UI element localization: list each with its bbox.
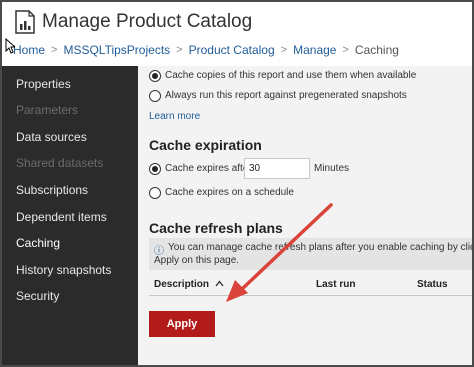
expiration-minutes-input[interactable]	[244, 158, 310, 179]
page-header: Manage Product Catalog Home > MSSQLTipsP…	[2, 2, 472, 66]
info-message-line1: You can manage cache refresh plans after…	[168, 242, 474, 253]
breadcrumb-separator: >	[51, 44, 58, 56]
column-header-description-label: Description	[154, 279, 210, 290]
sidebar-item-history-snapshots[interactable]: History snapshots	[16, 263, 111, 277]
sidebar-item-subscriptions[interactable]: Subscriptions	[16, 183, 88, 197]
breadcrumb-separator: >	[280, 44, 288, 56]
sidebar: Properties Parameters Data sources Share…	[2, 66, 138, 365]
cache-copies-label: Cache copies of this report and use them…	[165, 70, 417, 81]
breadcrumb-separator: >	[342, 44, 349, 56]
sort-ascending-icon	[215, 280, 224, 287]
info-message-text: You can manage cache refresh plans after…	[154, 241, 472, 267]
run-snapshots-radio[interactable]	[149, 90, 161, 102]
breadcrumb-current: Caching	[354, 43, 399, 57]
column-header-status[interactable]: Status	[417, 279, 448, 290]
app-window: Manage Product Catalog Home > MSSQLTipsP…	[0, 0, 474, 367]
cache-expires-after-label: Cache expires after	[165, 163, 252, 174]
breadcrumb: Home > MSSQLTipsProjects > Product Catal…	[2, 42, 399, 58]
sidebar-item-dependent-items[interactable]: Dependent items	[16, 210, 107, 224]
breadcrumb-manage[interactable]: Manage	[293, 43, 336, 57]
breadcrumb-separator: >	[176, 44, 183, 56]
info-message-line2: Apply on this page.	[154, 255, 240, 266]
column-header-description[interactable]: Description	[154, 279, 224, 290]
sidebar-item-data-sources[interactable]: Data sources	[16, 130, 87, 144]
cache-copies-radio[interactable]	[149, 70, 161, 82]
info-message: ⓘ You can manage cache refresh plans aft…	[149, 238, 472, 270]
cache-expires-after-radio[interactable]	[149, 163, 161, 175]
sidebar-item-parameters: Parameters	[16, 103, 79, 117]
column-header-last-run[interactable]: Last run	[316, 279, 355, 290]
breadcrumb-report[interactable]: Product Catalog	[189, 43, 275, 57]
page-title: Manage Product Catalog	[42, 11, 253, 32]
run-snapshots-label: Always run this report against pregenera…	[165, 90, 407, 101]
cache-expires-schedule-label: Cache expires on a schedule	[165, 187, 294, 198]
sidebar-item-caching[interactable]: Caching	[16, 236, 60, 250]
sidebar-item-shared-datasets: Shared datasets	[16, 156, 104, 170]
sidebar-item-properties[interactable]: Properties	[16, 77, 71, 91]
breadcrumb-folder[interactable]: MSSQLTipsProjects	[63, 43, 170, 57]
cache-expiration-heading: Cache expiration	[149, 137, 262, 153]
cache-refresh-plans-heading: Cache refresh plans	[149, 220, 283, 236]
minutes-unit-label: Minutes	[314, 163, 350, 174]
sidebar-item-security[interactable]: Security	[16, 289, 59, 303]
learn-more-link[interactable]: Learn more	[149, 111, 200, 122]
cache-expires-schedule-radio[interactable]	[149, 187, 161, 199]
apply-button[interactable]: Apply	[149, 311, 215, 337]
report-chart-icon	[15, 10, 35, 34]
mouse-cursor-icon	[5, 38, 15, 54]
refresh-plans-table-header: Description Last run Status	[149, 274, 472, 296]
